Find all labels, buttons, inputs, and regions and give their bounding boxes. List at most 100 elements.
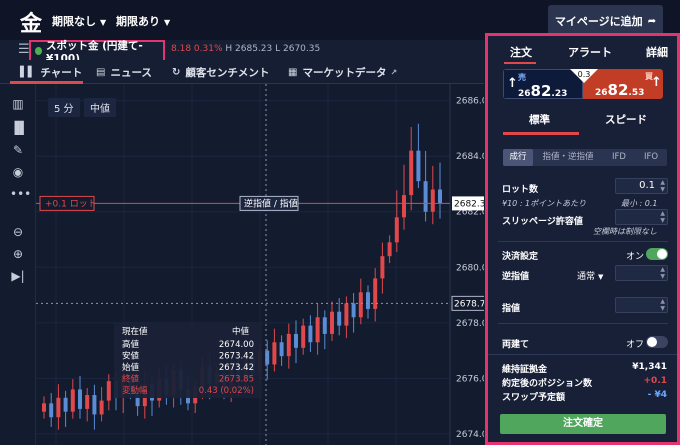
menu-icon[interactable]: ☰ [18,42,30,57]
interval-button[interactable]: 5 分 [48,98,80,117]
slippage-hint: 空欄時は制限なし [593,227,657,236]
zoom-in-icon[interactable]: ⊕ [10,246,26,262]
active-panel-tab-indicator [504,62,536,64]
with-expiry-label: 期限あり [116,15,160,28]
stop-price-input[interactable]: ▲ ▼ [615,265,668,281]
stepper-arrows-icon[interactable]: ▲ ▼ [660,210,665,224]
candle-body [380,256,385,279]
tab-market-data[interactable]: ▦ マーケットデータ ↗ [288,65,397,80]
panel-tabs: 注文 アラート 詳細 [488,40,677,64]
chart-toolbar: ▥ ▐▌ ✎ ◉ ••• ⊖ ⊕ ▶| [0,84,36,445]
buy-button[interactable]: 買 2682.53 ↑ [583,69,663,99]
tab-sentiment[interactable]: ↻ 顧客センチメント [172,65,269,80]
current-price-tag: 2682.3 [454,199,484,209]
app-logo: 金 [20,12,43,37]
settlement-toggle-label: オン [626,252,645,262]
no-expiry-dropdown[interactable]: 期限なし ▼ [52,13,106,29]
tab-news[interactable]: ▤ ニュース [96,65,152,80]
tab-speed[interactable]: スピード [605,112,647,127]
hedge-toggle[interactable] [646,336,668,348]
buy-price-suffix: .53 [628,88,645,98]
buy-arrow-icon: ↑ [651,75,662,90]
divider [488,354,677,355]
price-chart[interactable]: 2686.002684.002682.002680.002678.002676.… [36,84,484,445]
price-change: 8.18 [171,44,192,54]
stepper-arrows-icon[interactable]: ▲ ▼ [660,298,665,312]
tab-alert[interactable]: アラート [568,44,612,60]
confirm-order-button[interactable]: 注文確定 [500,414,666,434]
margin-value: ¥1,341 [632,362,667,372]
candle-body [301,325,306,348]
more-icon[interactable]: ••• [10,186,31,202]
tab-chart-label: チャート [40,67,83,79]
tab-details[interactable]: 詳細 [646,44,668,60]
buy-price-main: 82 [607,81,629,99]
settlement-toggle[interactable] [646,248,668,260]
swap-value: - ¥4 [647,390,667,400]
tab-order[interactable]: 注文 [510,44,532,60]
external-link-icon: ↗ [390,68,398,77]
y-axis-tick-label: 2676.00 [456,374,484,384]
slippage-input[interactable]: ▲ ▼ [615,209,668,225]
candlestick-chart[interactable]: 2686.002684.002682.002680.002678.002676.… [36,84,484,445]
candle-body [337,311,342,326]
instrument-selector[interactable]: スポット金 (円建て- ¥100) [29,40,165,65]
zoom-out-icon[interactable]: ⊖ [10,224,26,240]
mode-tabs: 標準 スピード [503,112,663,135]
ohlc-row-label: 変動幅 [122,385,148,396]
candle-body [402,195,406,218]
add-to-mypage-label: マイページに追加 [554,15,643,28]
lot-quantity-input[interactable]: 0.1 ▲ ▼ [615,178,668,194]
buy-price-prefix: 26 [595,88,608,98]
ohlc-row-label: 終値 [122,374,140,385]
buy-price: 2682.53 [595,81,644,99]
ohlc-row-value: 2673.42 [219,352,254,362]
candle-body [92,395,97,415]
skip-to-end-icon[interactable]: ▶| [10,268,26,284]
with-expiry-dropdown[interactable]: 期限あり ▼ [116,13,170,29]
indicators-icon[interactable]: ▐▌ [10,120,28,136]
price-type-button[interactable]: 中値 [84,98,116,117]
lot-point-value: ¥10 : 1ポイントあたり [502,199,587,208]
candle-body [286,333,291,357]
eye-icon[interactable]: ◉ [10,164,26,180]
order-type-tabs: 成行 指値・逆指値 IFD IFO [503,149,667,166]
candle-body [373,278,378,309]
day-low: L 2670.35 [275,44,321,54]
stepper-arrows-icon[interactable]: ▲ ▼ [660,266,665,280]
candle-body [70,389,75,412]
limit-price-input[interactable]: ▲ ▼ [615,297,668,313]
y-axis-tick-label: 2686.00 [456,97,484,107]
order-type-ifo[interactable]: IFO [639,149,663,166]
toggle-knob [647,337,657,347]
instrument-bar: ☰ スポット金 (円建て- ¥100) 8.18 0.31% H 2685.23… [0,40,484,65]
stop-label: 逆指値 [502,272,530,282]
position-label: +0.1 ロット [45,199,97,209]
ohlc-row-value: 2674.00 [219,340,254,350]
stop-mode-dropdown[interactable]: 通常 ▼ [577,269,603,282]
ohlc-row-value: 0.43 (0.02%) [199,386,254,396]
y-axis-tick-label: 2678.00 [456,319,484,329]
sell-button[interactable]: ↑ 売 2682.23 [503,69,583,99]
order-type-market[interactable]: 成行 [503,149,533,166]
candle-body [358,292,363,318]
content-tabs: ▌▌ チャート ▤ ニュース ↻ 顧客センチメント ▦ マーケットデータ ↗ [0,60,484,84]
tab-chart[interactable]: ▌▌ チャート [20,65,82,80]
draw-pencil-icon[interactable]: ✎ [10,142,26,158]
candle-body [272,342,277,365]
candle-body [438,189,442,204]
news-icon: ▤ [96,67,106,78]
candle-body [366,292,370,309]
stop-mode-value: 通常 [577,272,596,282]
tab-standard[interactable]: 標準 [529,112,550,127]
order-type-limit-stop[interactable]: 指値・逆指値 [537,149,599,166]
order-type-ifd[interactable]: IFD [607,149,631,166]
divider [498,323,668,324]
candle-body [49,403,54,418]
chart-type-icon[interactable]: ▥ [10,96,26,112]
position-count-label: 約定後のポジション数 [502,379,593,389]
tab-market-data-label: マーケットデータ [302,67,387,79]
stepper-arrows-icon[interactable]: ▲ ▼ [660,179,665,193]
position-count-value: +0.1 [643,376,667,386]
y-axis-tick-label: 2674.00 [456,430,484,440]
